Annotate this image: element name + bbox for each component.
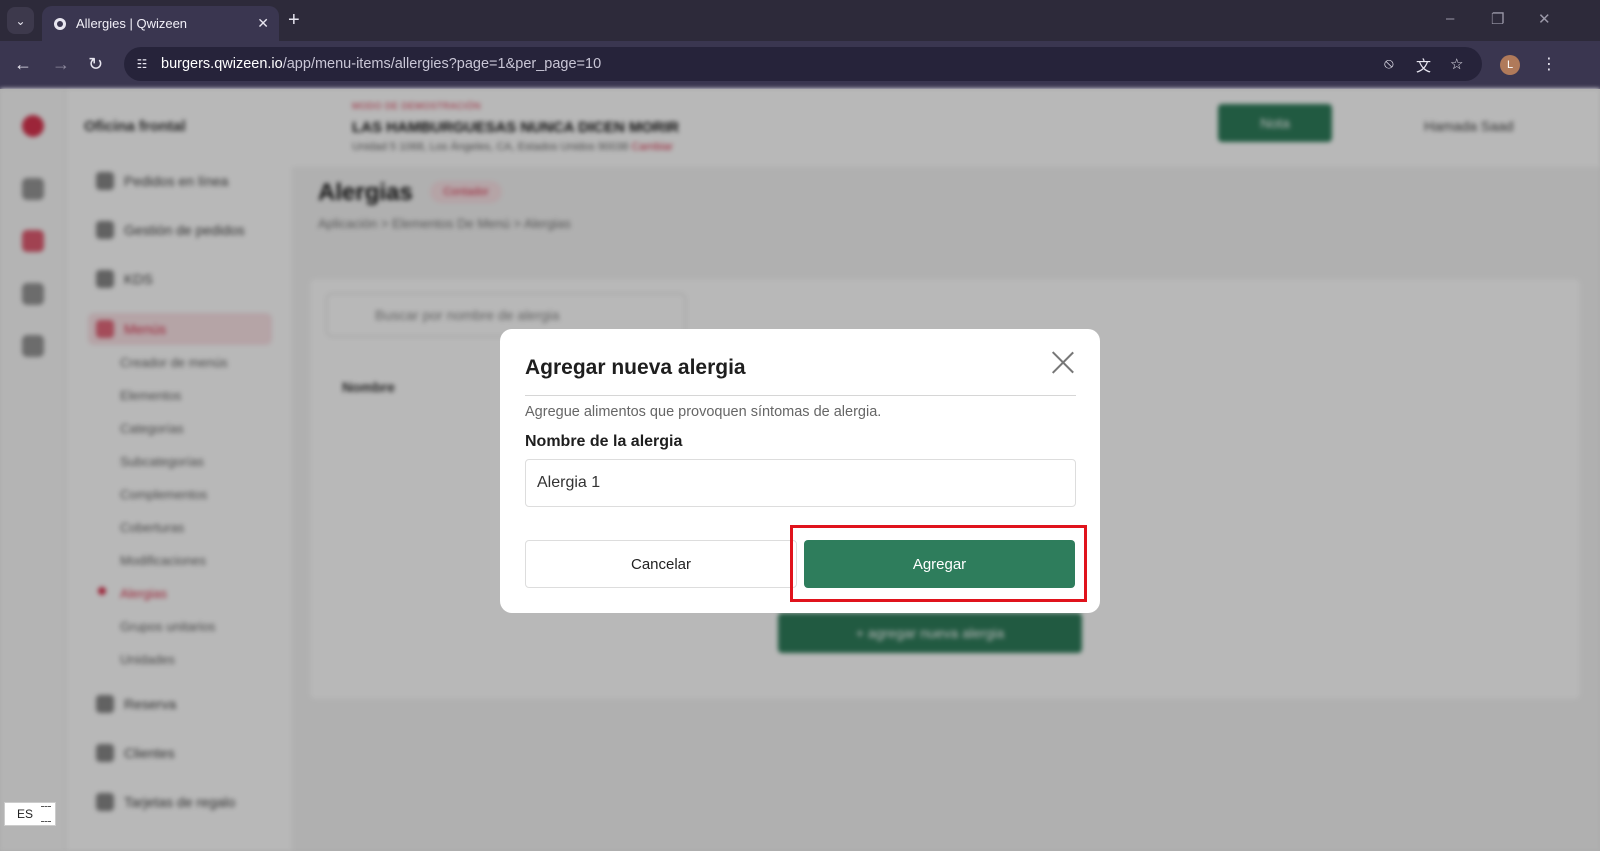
language-widget[interactable]: ES	[4, 802, 56, 826]
add-allergy-dialog: Agregar nueva alergia Agregue alimentos …	[500, 329, 1100, 613]
close-icon[interactable]	[1050, 349, 1076, 375]
tab-close-icon[interactable]: ✕	[257, 15, 269, 32]
url-text: burgers.qwizeen.io/app/menu-items/allerg…	[161, 56, 602, 72]
browser-tab-bar: ⌄ Allergies | Qwizeen ✕ + – ❐ ✕	[0, 0, 1600, 41]
tab-search-chevron-icon[interactable]: ⌄	[7, 7, 34, 34]
drag-handle-icon[interactable]	[41, 806, 51, 822]
translate-icon[interactable]: 文	[1416, 55, 1431, 76]
reload-icon[interactable]: ↻	[88, 54, 103, 74]
back-arrow-icon[interactable]: ←	[14, 54, 32, 74]
browser-tab[interactable]: Allergies | Qwizeen ✕	[42, 6, 279, 41]
new-tab-button[interactable]: +	[288, 9, 300, 31]
address-bar[interactable]: ☷ burgers.qwizeen.io/app/menu-items/alle…	[124, 47, 1482, 81]
site-settings-icon[interactable]: ☷	[134, 56, 150, 72]
dialog-divider	[525, 395, 1076, 396]
allergy-name-input[interactable]	[525, 459, 1076, 507]
restore-icon[interactable]: ❐	[1491, 10, 1504, 28]
tab-title: Allergies | Qwizeen	[76, 16, 188, 31]
profile-avatar[interactable]: L	[1500, 55, 1520, 75]
bookmark-star-icon[interactable]: ☆	[1450, 55, 1463, 73]
close-window-icon[interactable]: ✕	[1538, 10, 1551, 28]
add-button[interactable]: Agregar	[804, 540, 1075, 588]
favicon-icon	[54, 17, 66, 30]
forward-arrow-icon[interactable]: →	[52, 54, 70, 74]
browser-menu-icon[interactable]: ⋮	[1541, 54, 1557, 74]
cancel-button[interactable]: Cancelar	[525, 540, 797, 588]
minimize-icon[interactable]: –	[1446, 10, 1454, 27]
tracking-protection-icon[interactable]: ⦸	[1384, 55, 1394, 72]
browser-toolbar: ← → ↻ ☷ burgers.qwizeen.io/app/menu-item…	[0, 41, 1600, 89]
language-code: ES	[17, 807, 34, 821]
dialog-title: Agregar nueva alergia	[525, 356, 746, 379]
dialog-description: Agregue alimentos que provoquen síntomas…	[525, 404, 882, 420]
allergy-name-label: Nombre de la alergia	[525, 433, 683, 450]
